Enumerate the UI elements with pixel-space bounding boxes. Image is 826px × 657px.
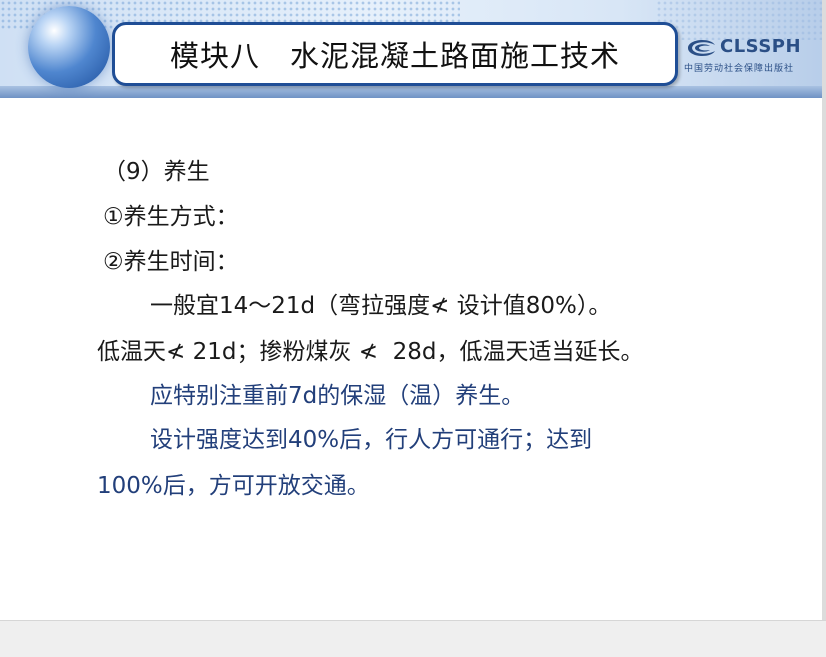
scrollbar[interactable] (822, 0, 826, 620)
slide-body: （9）养生 ①养生方式： ②养生时间： 一般宜14～21d（弯拉强度≮ 设计值8… (0, 0, 826, 620)
slide: 模块八 水泥混凝土路面施工技术 CLSSPH 中国劳动社会保障出版社 （9）养生… (0, 0, 826, 620)
paragraph-line: 低温天≮ 21d；掺粉煤灰 ≮ 28d，低温天适当延长。 (97, 339, 644, 365)
section-heading: （9）养生 (103, 159, 210, 185)
list-item: ②养生时间： (103, 249, 239, 275)
list-item: ①养生方式： (103, 204, 239, 230)
paragraph-line: 一般宜14～21d（弯拉强度≮ 设计值80%）。 (150, 293, 612, 319)
status-bar (0, 620, 826, 657)
highlight-line: 100%后，方可开放交通。 (97, 473, 370, 499)
highlight-line: 应特别注重前7d的保湿（温）养生。 (150, 383, 525, 409)
highlight-line: 设计强度达到40%后，行人方可通行；达到 (150, 427, 593, 453)
